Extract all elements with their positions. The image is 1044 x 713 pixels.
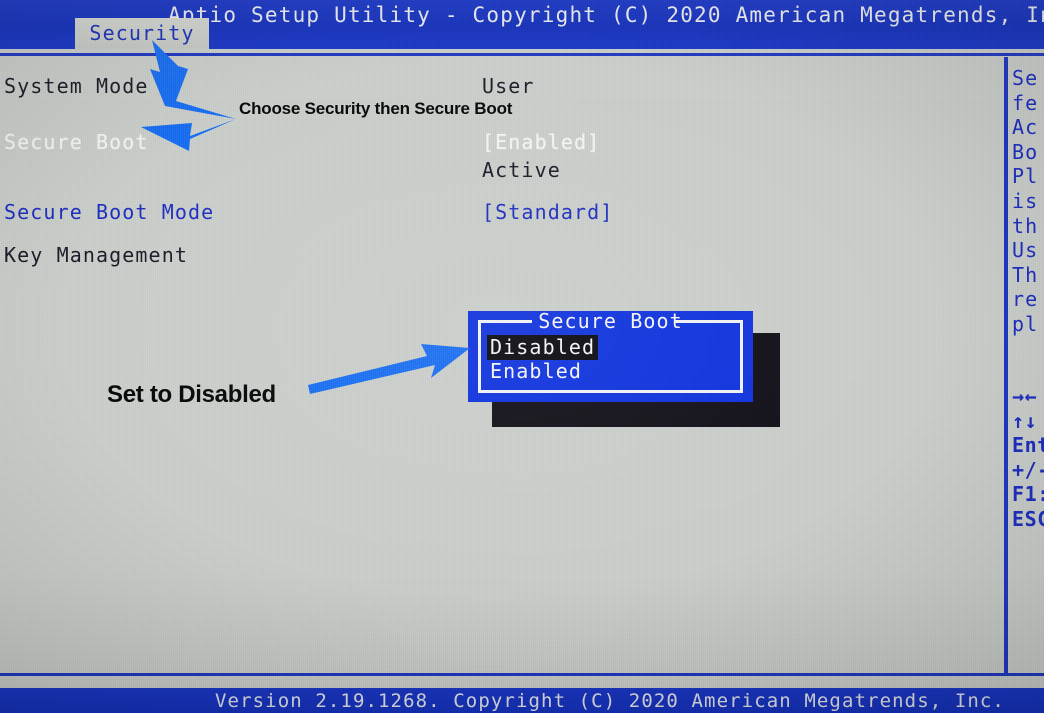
setting-label: Key Management [4, 243, 188, 267]
tab-security[interactable]: Security [75, 18, 209, 49]
key-legend-enter: Ent [1012, 433, 1044, 458]
key-legend-select-screen: →← [1012, 384, 1038, 408]
help-line: Th [1012, 262, 1039, 287]
key-legend-f1: F1: [1012, 482, 1044, 507]
help-line: re [1012, 287, 1039, 312]
footer-divider [0, 673, 1044, 676]
setting-value: [Enabled] [482, 130, 601, 154]
setting-label: Secure Boot [4, 130, 149, 154]
setting-row-secure-boot-mode[interactable]: Secure Boot Mode [4, 200, 214, 224]
setting-value-secure-boot-state: Active [482, 158, 561, 182]
help-line: Ac [1012, 115, 1039, 140]
secure-boot-dialog[interactable]: Secure Boot Disabled Enabled [468, 309, 753, 402]
setting-row-system-mode[interactable]: System Mode [4, 74, 149, 98]
key-legend-change-opt: +/- [1012, 457, 1044, 482]
footer-bar: Version 2.19.1268. Copyright (C) 2020 Am… [0, 688, 1044, 713]
help-line: Pl [1012, 164, 1039, 189]
dialog-option-disabled[interactable]: Disabled [487, 335, 599, 360]
key-legend-panel: →← ↑↓ Ent +/- F1: ESC [1012, 384, 1044, 532]
help-line: th [1012, 213, 1039, 238]
setting-value: [Standard] [482, 200, 614, 224]
help-line: fe [1012, 90, 1039, 115]
setting-value: Active [482, 158, 561, 182]
dialog-title: Secure Boot [538, 309, 683, 333]
key-legend-select-item: ↑↓ [1012, 408, 1038, 433]
setting-value-secure-boot[interactable]: [Enabled] [482, 130, 600, 154]
setting-label: System Mode [4, 74, 149, 98]
bios-setup-screen: Aptio Setup Utility - Copyright (C) 2020… [0, 0, 1044, 713]
key-legend-esc: ESC [1012, 506, 1044, 531]
setting-value: User [482, 74, 535, 98]
dialog-option-enabled[interactable]: Enabled [490, 360, 582, 382]
help-line: Us [1012, 238, 1039, 263]
sidebar-divider [1004, 57, 1008, 673]
help-line: Se [1012, 66, 1039, 90]
setting-row-key-management[interactable]: Key Management [4, 243, 188, 267]
annotation-choose-security: Choose Security then Secure Boot [239, 99, 513, 118]
help-line: is [1012, 188, 1039, 213]
help-line: Bo [1012, 139, 1039, 164]
footer-version: Version 2.19.1268. Copyright (C) 2020 Am… [215, 690, 1005, 712]
annotation-set-to-disabled: Set to Disabled [107, 381, 276, 408]
help-line: pl [1012, 311, 1039, 336]
setting-row-secure-boot[interactable]: Secure Boot [4, 130, 149, 154]
help-panel: Se fe Ac Bo Pl is th Us Th re pl [1012, 66, 1044, 337]
setting-label: Secure Boot Mode [4, 200, 215, 224]
header-divider [0, 53, 1044, 56]
setting-value-secure-boot-mode[interactable]: [Standard] [482, 200, 613, 224]
setting-value-system-mode: User [482, 74, 535, 98]
